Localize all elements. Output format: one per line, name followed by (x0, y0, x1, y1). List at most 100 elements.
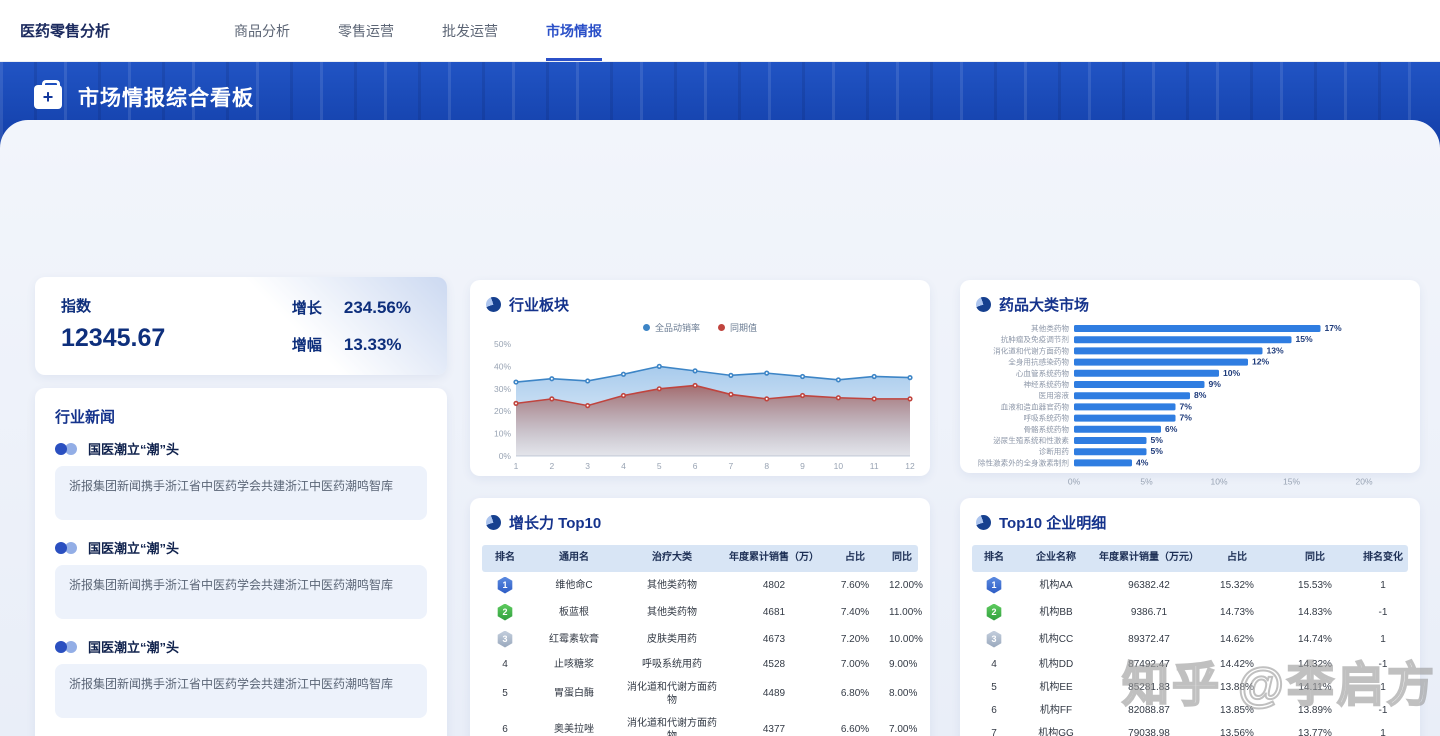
news-item-content: 浙报集团新闻携手浙江省中医药学会共建浙江中医药潮鸣智库 (55, 664, 427, 718)
legend-item[interactable]: 同期值 (718, 321, 757, 334)
svg-text:0%: 0% (1068, 477, 1081, 487)
news-dots-icon (55, 541, 79, 554)
svg-text:5: 5 (657, 461, 662, 471)
industry-news-card: 行业新闻 国医潮立“潮”头 浙报集团新闻携手浙江省中医药学会共建浙江中医药潮鸣智库… (35, 388, 447, 736)
svg-text:4%: 4% (1136, 457, 1149, 467)
svg-text:13%: 13% (1267, 345, 1285, 355)
svg-text:20%: 20% (494, 406, 511, 416)
svg-text:呼吸系统药物: 呼吸系统药物 (1023, 413, 1069, 423)
news-card-title: 行业新闻 (55, 409, 116, 426)
category-card-title: 药品大类市场 (999, 297, 1090, 314)
index-label: 指数 (61, 298, 92, 315)
table-row: 5 机构EE 85281.83 13.88% 14.11% 1 (991, 681, 1386, 693)
news-item-title: 国医潮立“潮”头 (88, 640, 180, 655)
svg-text:5%: 5% (1151, 446, 1164, 456)
rank-medal-icon: 1 (986, 576, 1002, 594)
svg-text:7: 7 (729, 461, 734, 471)
svg-text:其他类药物: 其他类药物 (1031, 323, 1069, 333)
rank-medal-icon: 1 (497, 576, 513, 594)
svg-text:9%: 9% (1209, 379, 1222, 389)
increase-value: 13.33% (343, 335, 402, 354)
rank-medal-icon: 3 (497, 630, 513, 648)
svg-text:20%: 20% (1355, 477, 1372, 487)
rank-medal-icon: 2 (497, 603, 513, 621)
svg-text:12%: 12% (1252, 357, 1270, 367)
svg-text:全身用抗感染药物: 全身用抗感染药物 (1008, 357, 1069, 367)
svg-text:诊断用药: 诊断用药 (1039, 446, 1070, 456)
table-row: 4 机构DD 87492.47 14.42% 14.32% -1 (991, 658, 1388, 670)
news-dots-icon (55, 442, 79, 455)
svg-text:血液和造血器官药物: 血液和造血器官药物 (1001, 401, 1070, 411)
legend-marker-icon (642, 324, 650, 331)
table-row: 1 机构AA 96382.42 15.32% 15.53% 1 (972, 572, 1408, 599)
page-title: 市场情报综合看板 (78, 87, 254, 110)
table-header-row: 排名 企业名称 年度累计销量（万元） 占比 同比 排名变化 (972, 545, 1408, 572)
news-item[interactable]: 国医潮立“潮”头浙报集团新闻携手浙江省中医药学会共建浙江中医药潮鸣智库 (55, 538, 427, 619)
svg-text:除性激素外的全身激素制剂: 除性激素外的全身激素制剂 (978, 457, 1069, 467)
svg-text:40%: 40% (494, 361, 511, 371)
content-panel: 指数 12345.67 增长 234.56% 增幅 13.33% 行业新闻 国医… (0, 120, 1440, 736)
svg-text:7%: 7% (1180, 401, 1193, 411)
sector-chart-legend: 全品动销率 同期值 (470, 321, 930, 334)
table-header-row: 排名 通用名 治疗大类 年度累计销售（万） 占比 同比 (482, 545, 918, 572)
news-dots-icon (55, 640, 79, 653)
growth-card-title: 增长力 Top10 (509, 515, 602, 532)
rank-medal-icon: 2 (986, 603, 1002, 621)
svg-text:消化道和代谢方面药物: 消化道和代谢方面药物 (993, 345, 1069, 355)
svg-text:4: 4 (621, 461, 626, 471)
svg-text:2: 2 (549, 461, 554, 471)
news-item-title: 国医潮立“潮”头 (88, 541, 180, 556)
index-value: 12345.67 (61, 324, 166, 352)
svg-text:神经系统药物: 神经系统药物 (1023, 379, 1069, 389)
svg-text:10%: 10% (494, 429, 511, 439)
nav-tab-2[interactable]: 批发运营 (418, 0, 522, 61)
news-item-content: 浙报集团新闻携手浙江省中医药学会共建浙江中医药潮鸣智库 (55, 565, 427, 619)
news-item-title: 国医潮立“潮”头 (88, 442, 180, 457)
sector-card-title: 行业板块 (509, 297, 570, 314)
table-row: 3 机构CC 89372.47 14.62% 14.74% 1 (972, 626, 1408, 653)
growth-label: 增长 (291, 300, 322, 317)
table-row: 6 奥美拉唑 消化道和代谢方面药物 4377 6.60% 7.00% (502, 717, 918, 736)
legend-marker-icon (718, 324, 725, 331)
svg-text:10%: 10% (1223, 368, 1241, 378)
nav-tab-1[interactable]: 零售运营 (314, 0, 418, 61)
svg-text:骨骼系统药物: 骨骼系统药物 (1023, 424, 1069, 434)
app-brand: 医药零售分析 (20, 23, 111, 40)
nav-tab-0[interactable]: 商品分析 (210, 0, 314, 61)
top-navbar: 医药零售分析 商品分析 零售运营 批发运营 市场情报 (0, 0, 1440, 62)
nav-tab-3[interactable]: 市场情报 (522, 0, 626, 61)
sector-chart: 0% 10% 20% 30% 40% 50% 1 2 3 4 5 6 7 8 9 10 11 12 (470, 334, 930, 479)
news-item[interactable]: 国医潮立“潮”头浙报集团新闻携手浙江省中医药学会共建浙江中医药潮鸣智库 (55, 439, 427, 520)
svg-text:1: 1 (514, 461, 519, 471)
svg-text:5%: 5% (1140, 477, 1153, 487)
news-item[interactable]: 国医潮立“潮”头浙报集团新闻携手浙江省中医药学会共建浙江中医药潮鸣智库 (55, 637, 427, 718)
legend-item[interactable]: 全品动销率 (642, 321, 700, 334)
index-summary-card: 指数 12345.67 增长 234.56% 增幅 13.33% (35, 277, 447, 375)
table-row: 2 机构BB 9386.71 14.73% 14.83% -1 (972, 599, 1408, 626)
pie-chart-icon (486, 515, 501, 530)
pie-chart-icon (976, 297, 991, 312)
company-table: 排名 企业名称 年度累计销量（万元） 占比 同比 排名变化 1 机构AA 96382.42 15.… (972, 545, 1408, 736)
svg-text:12: 12 (905, 461, 915, 471)
svg-text:30%: 30% (494, 384, 511, 394)
growth-top10-card: 增长力 Top10 排名 通用名 治疗大类 年度累计销售（万） 占比 同比 1 维他命C 其他类… (470, 498, 930, 736)
svg-text:3: 3 (585, 461, 590, 471)
category-chart: 其他类药物 17% 抗肿瘤及免疫调节剂 15% 消化道和代谢方面药物 13% 全身用抗感染药… (960, 321, 1420, 494)
table-row: 6 机构FF 82088.87 13.85% 13.89% -1 (991, 704, 1388, 716)
news-item-content: 浙报集团新闻携手浙江省中医药学会共建浙江中医药潮鸣智库 (55, 466, 427, 520)
growth-value: 234.56% (343, 298, 411, 317)
rank-medal-icon: 3 (986, 630, 1002, 648)
svg-text:5%: 5% (1151, 435, 1164, 445)
svg-text:6%: 6% (1165, 424, 1178, 434)
table-row: 1 维他命C 其他类药物 4802 7.60% 12.00% (482, 572, 923, 599)
svg-text:6: 6 (693, 461, 698, 471)
nav-tabs: 商品分析 零售运营 批发运营 市场情报 (210, 0, 626, 61)
svg-text:9: 9 (800, 461, 805, 471)
svg-text:8%: 8% (1194, 390, 1207, 400)
svg-text:50%: 50% (494, 339, 511, 349)
svg-text:医用溶液: 医用溶液 (1039, 390, 1070, 400)
svg-text:抗肿瘤及免疫调节剂: 抗肿瘤及免疫调节剂 (1001, 334, 1069, 344)
svg-text:11: 11 (870, 461, 879, 471)
svg-text:15%: 15% (1296, 334, 1314, 344)
growth-table: 排名 通用名 治疗大类 年度累计销售（万） 占比 同比 1 维他命C 其他类药物 4802 7.60… (482, 545, 923, 736)
